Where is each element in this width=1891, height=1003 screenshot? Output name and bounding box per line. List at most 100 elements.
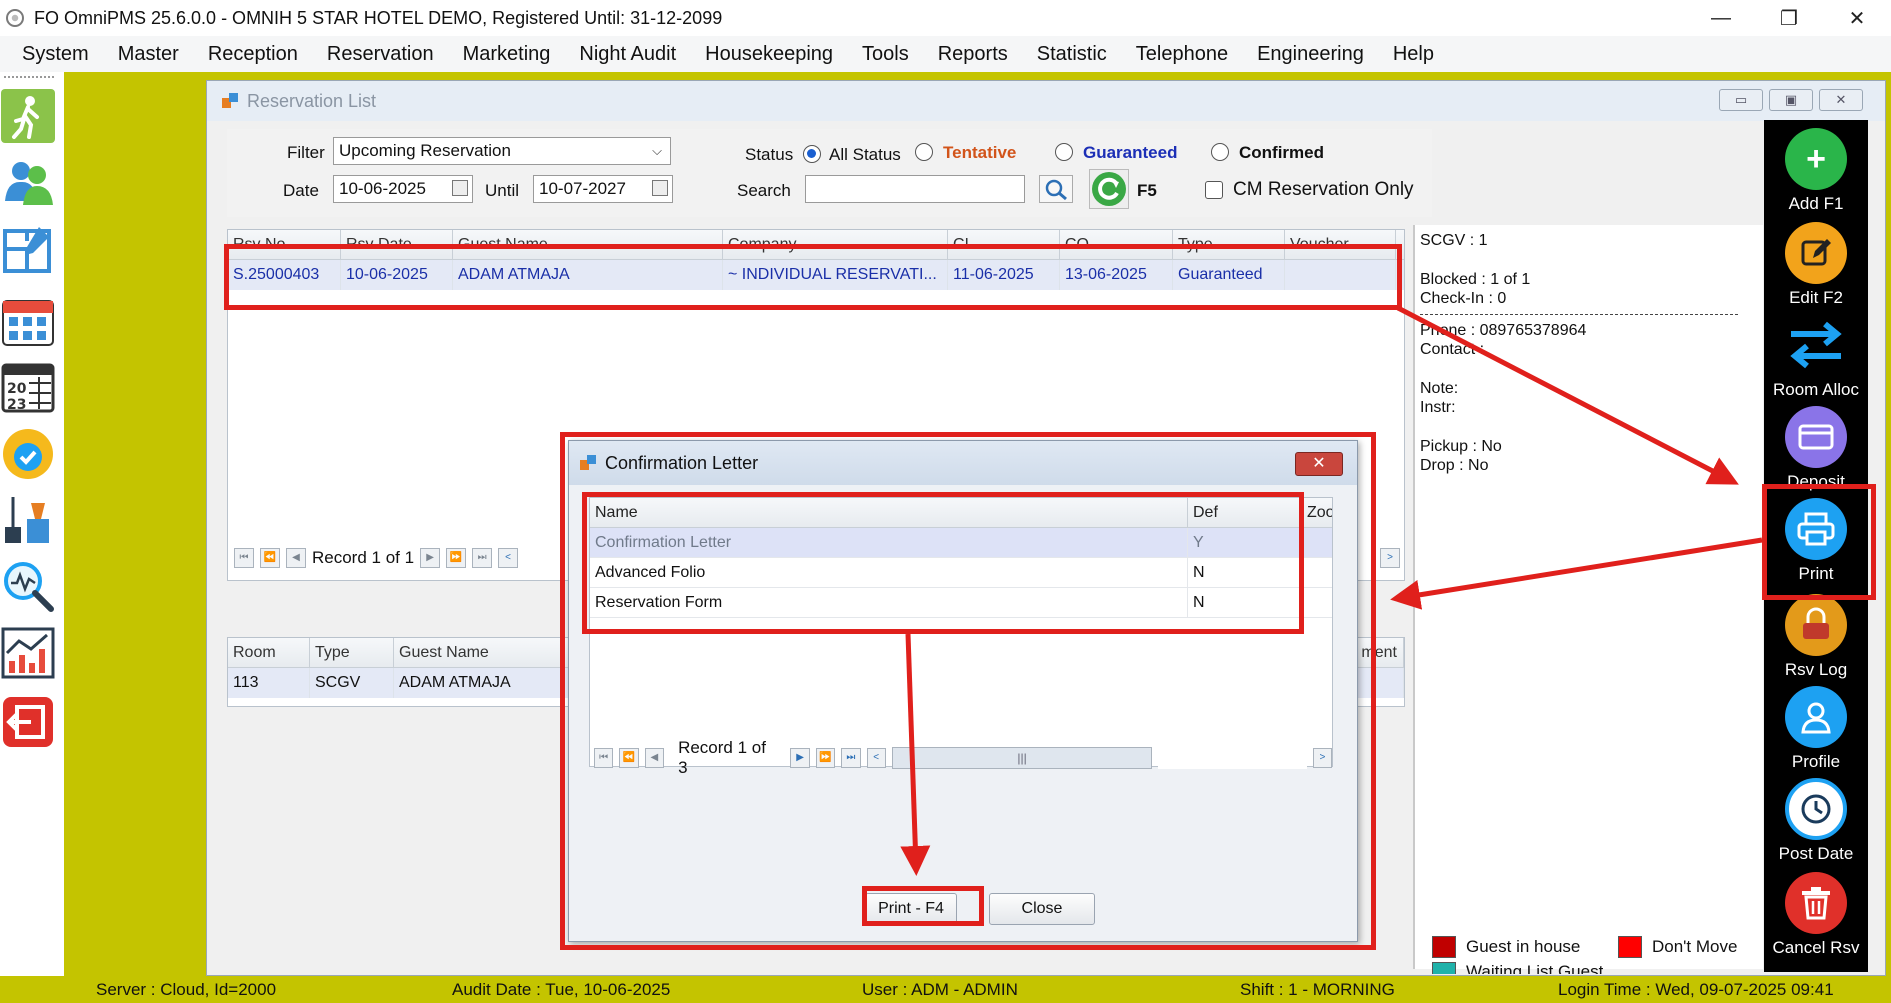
rsv-log-button[interactable]: Rsv Log	[1764, 594, 1868, 680]
nav-next-icon[interactable]: ▶	[790, 748, 810, 768]
mdi-minimize-icon[interactable]: ▭	[1719, 89, 1763, 111]
report-chart-icon[interactable]	[0, 622, 56, 682]
exit-icon[interactable]	[0, 692, 56, 752]
calendar-picker-icon[interactable]	[652, 180, 668, 196]
guests-icon[interactable]	[0, 152, 56, 212]
col-rsv-date[interactable]: Rsv Date	[341, 230, 453, 259]
menu-master[interactable]: Master	[118, 43, 179, 66]
refresh-button[interactable]	[1089, 169, 1129, 209]
table-row[interactable]: Reservation Form N	[590, 588, 1332, 618]
col-guest-name[interactable]: Guest Name	[453, 230, 723, 259]
nav-prev-page-icon[interactable]: ⏪	[619, 748, 639, 768]
status-radio-confirmed[interactable]	[1211, 143, 1229, 161]
print-button-label: Print	[1798, 564, 1834, 583]
search-analysis-icon[interactable]	[0, 556, 56, 616]
col-voucher[interactable]: Voucher	[1285, 230, 1396, 259]
deposit-button[interactable]: Deposit	[1764, 406, 1868, 492]
nav-next-icon[interactable]: ▶	[420, 548, 441, 568]
nav-first-icon[interactable]: ⏮	[594, 748, 614, 768]
mdi-restore-icon[interactable]: ▣	[1769, 89, 1813, 111]
search-button[interactable]	[1039, 175, 1073, 203]
menu-telephone[interactable]: Telephone	[1136, 43, 1228, 66]
menu-system[interactable]: System	[22, 43, 89, 66]
col-ci[interactable]: CI	[948, 230, 1060, 259]
date-until-field[interactable]: 10-07-2027	[533, 175, 673, 203]
available-badge-icon[interactable]	[0, 424, 56, 484]
info-note: Note:	[1420, 380, 1459, 397]
post-date-button[interactable]: Post Date	[1764, 778, 1868, 864]
status-radio-all[interactable]	[803, 145, 821, 163]
nav-first-icon[interactable]: ⏮	[234, 548, 254, 568]
calendar-grid-icon[interactable]	[0, 290, 56, 350]
col-type[interactable]: Type	[1173, 230, 1285, 259]
housekeeping-icon[interactable]	[0, 490, 56, 550]
menu-reports[interactable]: Reports	[938, 43, 1008, 66]
mdi-close-icon[interactable]: ✕	[1819, 89, 1863, 111]
horizontal-scrollbar[interactable]: |||	[891, 747, 1153, 769]
col-co[interactable]: CO	[1060, 230, 1173, 259]
nav-prev-icon[interactable]: ◀	[644, 748, 665, 768]
date-from-field[interactable]: 10-06-2025	[333, 175, 473, 203]
nav-prev-page-icon[interactable]: ⏪	[260, 548, 280, 568]
walk-in-icon[interactable]	[0, 86, 56, 146]
col-rsv-no[interactable]: Rsv No	[228, 230, 341, 259]
deposit-button-label: Deposit	[1787, 472, 1845, 491]
cancel-rsv-button[interactable]: Cancel Rsv	[1764, 872, 1868, 958]
menu-reservation[interactable]: Reservation	[327, 43, 434, 66]
status-radio-guaranteed[interactable]	[1055, 143, 1073, 161]
nav-last-icon[interactable]: ⏭	[472, 548, 493, 568]
col-company[interactable]: Company	[723, 230, 948, 259]
filter-select[interactable]: Upcoming Reservation ⌵	[333, 137, 671, 165]
status-radio-tentative[interactable]	[915, 143, 933, 161]
floor-plan-icon[interactable]	[0, 220, 56, 280]
scroll-left-icon[interactable]: <	[866, 748, 886, 768]
window-title: FO OmniPMS 25.6.0.0 - OMNIH 5 STAR HOTEL…	[34, 7, 723, 28]
scroll-left-icon[interactable]: <	[498, 548, 519, 568]
table-row[interactable]: Advanced Folio N	[590, 558, 1332, 588]
minimize-icon[interactable]: —	[1687, 0, 1755, 36]
calendar-2023-icon[interactable]: 20 23	[0, 356, 56, 416]
cell-voucher	[1285, 260, 1396, 290]
restore-icon[interactable]: ❐	[1755, 0, 1823, 36]
rsv-log-button-label: Rsv Log	[1784, 660, 1848, 679]
menu-tools[interactable]: Tools	[862, 43, 909, 66]
menu-engineering[interactable]: Engineering	[1257, 43, 1364, 66]
profile-button[interactable]: Profile	[1764, 686, 1868, 772]
col-room-type[interactable]: Type	[310, 638, 394, 667]
nav-next-page-icon[interactable]: ⏩	[446, 548, 467, 568]
menu-night-audit[interactable]: Night Audit	[579, 43, 676, 66]
close-button[interactable]: Close	[989, 893, 1095, 925]
print-f4-button[interactable]: Print - F4	[865, 893, 957, 925]
cm-reservation-checkbox[interactable]	[1205, 181, 1223, 199]
room-alloc-button[interactable]: Room Alloc	[1764, 314, 1868, 400]
col-zoo[interactable]: Zoo	[1302, 498, 1332, 527]
legend-label: Don't Move	[1652, 937, 1738, 956]
scroll-right-icon[interactable]: >	[1312, 748, 1333, 768]
menu-reception[interactable]: Reception	[208, 43, 298, 66]
nav-next-page-icon[interactable]: ⏩	[815, 748, 836, 768]
menu-help[interactable]: Help	[1393, 43, 1434, 66]
menu-statistic[interactable]: Statistic	[1037, 43, 1107, 66]
table-row[interactable]: Confirmation Letter Y	[590, 528, 1332, 558]
print-button[interactable]: Print	[1764, 498, 1868, 584]
col-room[interactable]: Room	[228, 638, 310, 667]
left-sidebar: 20 23	[0, 72, 64, 976]
menu-housekeeping[interactable]: Housekeeping	[705, 43, 833, 66]
cell-letter-name: Confirmation Letter	[590, 528, 1188, 557]
close-icon[interactable]: ✕	[1823, 0, 1891, 36]
lock-log-icon	[1785, 594, 1847, 656]
nav-last-icon[interactable]: ⏭	[841, 748, 861, 768]
dialog-close-icon[interactable]: ✕	[1295, 452, 1343, 476]
status-confirmed-label: Confirmed	[1239, 143, 1324, 162]
nav-prev-icon[interactable]: ◀	[286, 548, 306, 568]
menu-marketing[interactable]: Marketing	[463, 43, 551, 66]
add-button[interactable]: + Add F1	[1764, 128, 1868, 214]
col-def[interactable]: Def	[1188, 498, 1302, 527]
cell-type: Guaranteed	[1173, 260, 1285, 290]
calendar-picker-icon[interactable]	[452, 180, 468, 196]
search-input[interactable]	[805, 175, 1025, 203]
table-row[interactable]: S.25000403 10-06-2025 ADAM ATMAJA ~ INDI…	[228, 260, 1404, 290]
col-name[interactable]: Name	[590, 498, 1188, 527]
scroll-right-icon[interactable]: >	[1380, 548, 1400, 568]
edit-button[interactable]: Edit F2	[1764, 222, 1868, 308]
